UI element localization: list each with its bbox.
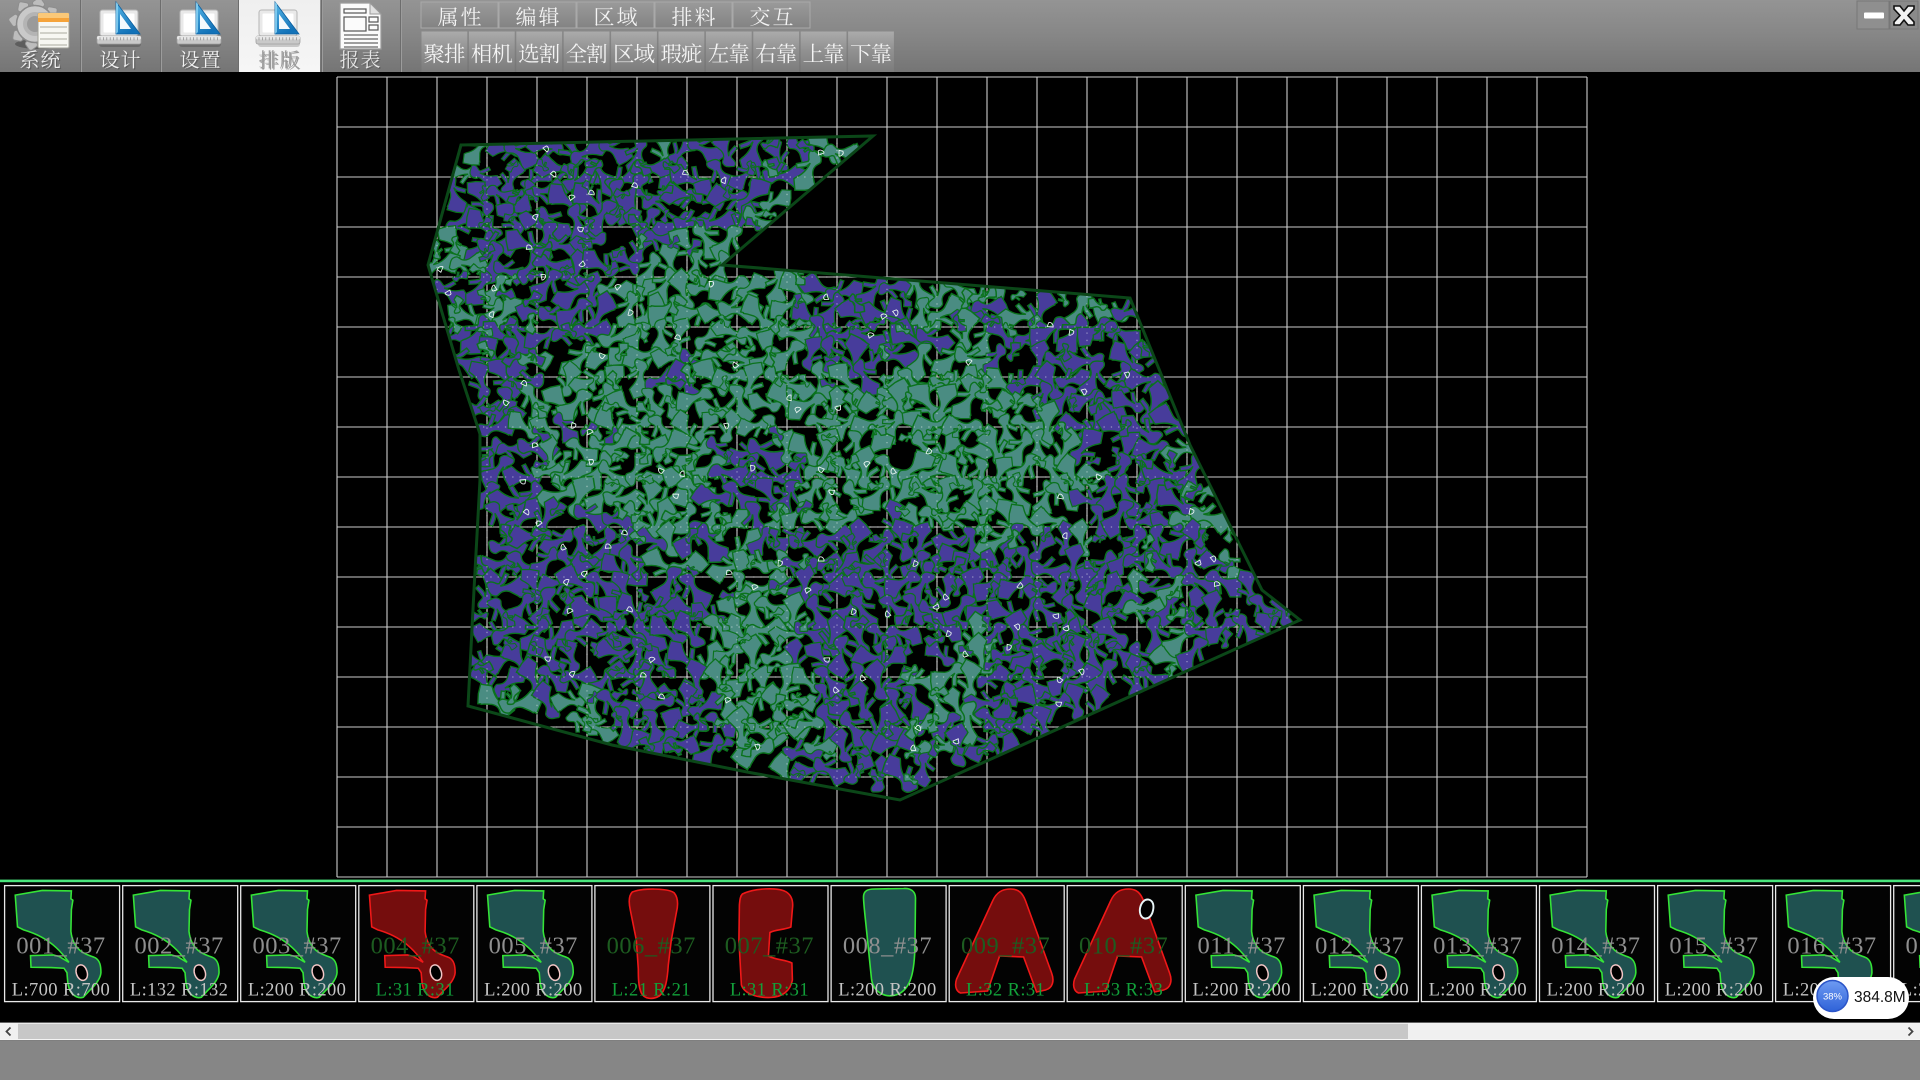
svg-text:011_#37: 011_#37	[1198, 933, 1286, 960]
svg-text:L:200 R:200: L:200 R:200	[838, 981, 936, 1001]
svg-text:L:200 R:200: L:200 R:200	[1547, 981, 1645, 1001]
svg-text:38%: 38%	[1823, 992, 1843, 1003]
svg-text:005_#37: 005_#37	[489, 933, 578, 960]
svg-text:015_#37: 015_#37	[1669, 933, 1758, 960]
svg-text:001_#37: 001_#37	[16, 933, 105, 960]
svg-text:L:32 R:31: L:32 R:31	[966, 981, 1045, 1001]
svg-text:006_#37: 006_#37	[607, 933, 696, 960]
svg-text:002_#37: 002_#37	[134, 933, 223, 960]
svg-text:384.8M: 384.8M	[1854, 989, 1906, 1006]
svg-text:013_#37: 013_#37	[1433, 933, 1522, 960]
svg-text:008_#37: 008_#37	[843, 933, 932, 960]
svg-text:L:200 R:200: L:200 R:200	[1429, 981, 1527, 1001]
svg-text:010_#37: 010_#37	[1079, 933, 1168, 960]
svg-text:L:21 R:21: L:21 R:21	[612, 981, 691, 1001]
svg-text:L:200 R:200: L:200 R:200	[248, 981, 346, 1001]
svg-text:016_#37: 016_#37	[1787, 933, 1876, 960]
svg-text:L:700 R:700: L:700 R:700	[12, 981, 110, 1001]
svg-text:L:200 R:200: L:200 R:200	[1192, 981, 1290, 1001]
svg-text:012_#37: 012_#37	[1315, 933, 1404, 960]
svg-text:L:33 R:33: L:33 R:33	[1084, 981, 1163, 1001]
svg-text:009_#37: 009_#37	[961, 933, 1050, 960]
svg-text:014_#37: 014_#37	[1551, 933, 1640, 960]
svg-text:L:31 R:31: L:31 R:31	[730, 981, 809, 1001]
svg-text:004_#37: 004_#37	[371, 933, 460, 960]
svg-text:017_#37: 017_#37	[1905, 933, 1920, 960]
svg-text:L:200 R:200: L:200 R:200	[1311, 981, 1409, 1001]
svg-text:L:132 R:132: L:132 R:132	[130, 981, 228, 1001]
svg-text:007_#37: 007_#37	[725, 933, 814, 960]
svg-text:L:31 R:31: L:31 R:31	[376, 981, 455, 1001]
svg-text:L:200 R:200: L:200 R:200	[484, 981, 582, 1001]
svg-text:L:200 R:200: L:200 R:200	[1665, 981, 1763, 1001]
svg-text:003_#37: 003_#37	[252, 933, 341, 960]
